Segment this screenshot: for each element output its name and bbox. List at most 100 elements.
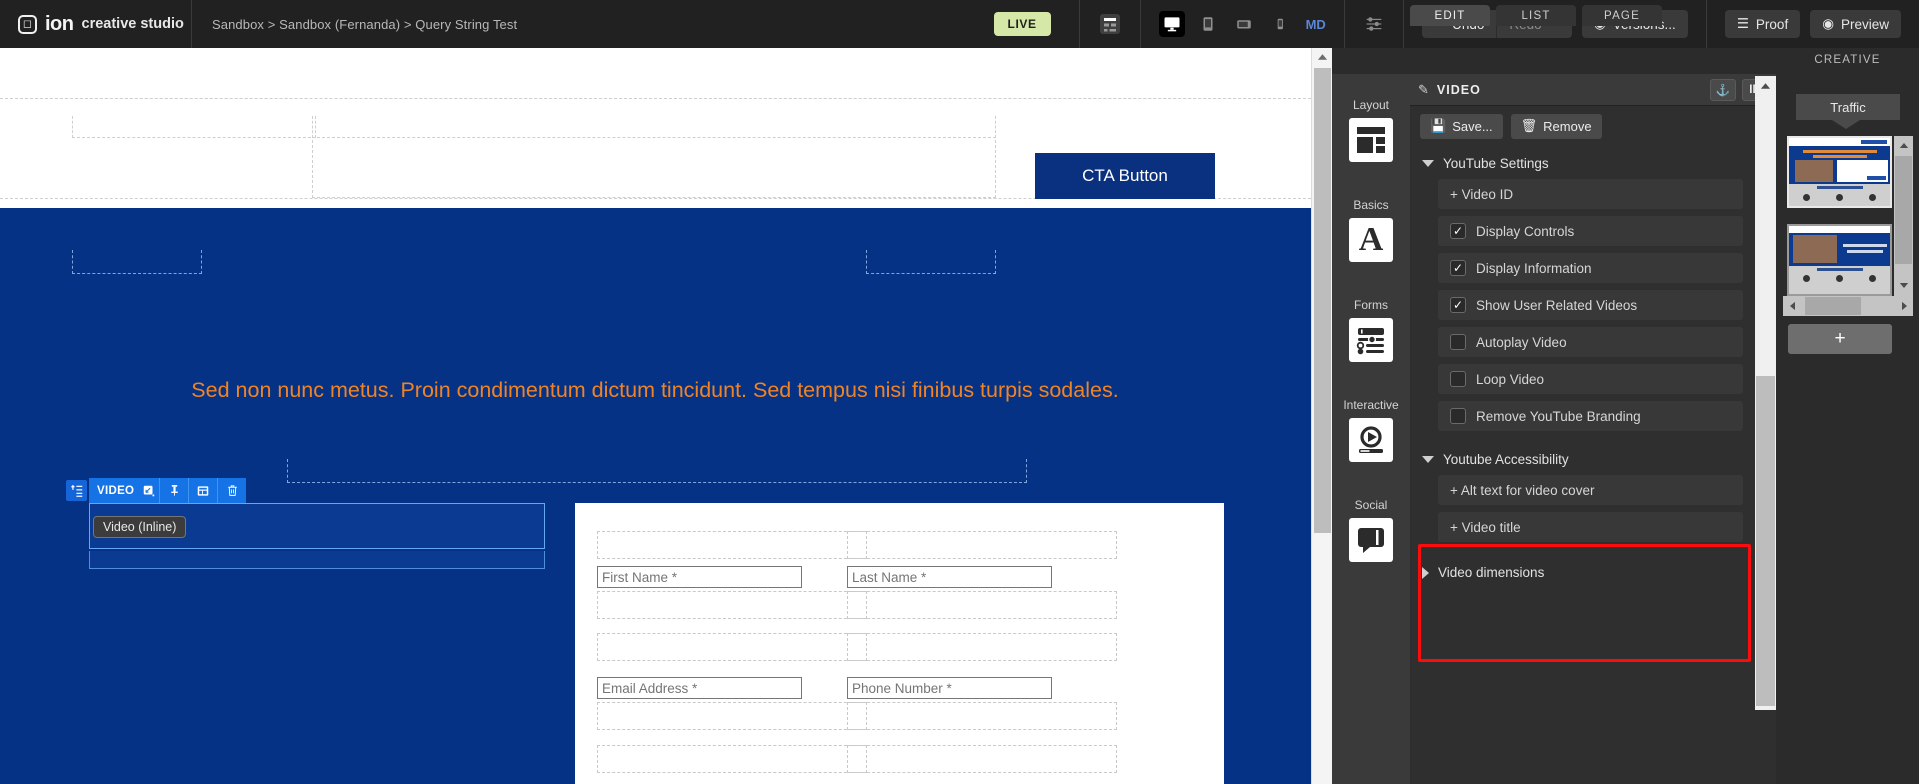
page-thumbnail-1[interactable] bbox=[1787, 136, 1892, 208]
scroll-left-arrow-icon[interactable] bbox=[1783, 296, 1801, 316]
trash-icon[interactable] bbox=[218, 478, 246, 503]
creative-vertical-scrollbar-thumb[interactable] bbox=[1895, 156, 1912, 264]
scroll-up-arrow-icon[interactable] bbox=[1894, 136, 1913, 154]
sliders-settings-icon[interactable] bbox=[1363, 13, 1385, 35]
device-preview-group: MD bbox=[1141, 0, 1344, 48]
display-information-row[interactable]: ✓ Display Information bbox=[1438, 253, 1743, 283]
palette-item-forms[interactable]: Forms bbox=[1332, 298, 1410, 362]
layout-guide bbox=[72, 250, 202, 274]
palette-item-social[interactable]: Social bbox=[1332, 498, 1410, 562]
creative-horizontal-scrollbar-thumb[interactable] bbox=[1805, 297, 1861, 315]
preview-label: Preview bbox=[1840, 16, 1889, 32]
chevron-down-icon bbox=[1422, 160, 1434, 167]
brand-logo[interactable]: ◻ ion creative studio bbox=[0, 0, 192, 48]
form-layout-icon[interactable] bbox=[1098, 12, 1122, 36]
video-play-icon bbox=[1349, 418, 1393, 462]
remove-label: Remove bbox=[1543, 118, 1592, 134]
add-page-button[interactable]: + bbox=[1788, 324, 1892, 354]
move-up-icon[interactable] bbox=[66, 480, 87, 501]
first-name-input[interactable] bbox=[597, 566, 802, 588]
scroll-up-arrow-icon[interactable] bbox=[1755, 76, 1776, 96]
display-controls-row[interactable]: ✓ Display Controls bbox=[1438, 216, 1743, 246]
row-label: + Video title bbox=[1450, 519, 1521, 535]
email-address-input[interactable] bbox=[597, 677, 802, 699]
element-tooltip: Video (Inline) bbox=[93, 516, 187, 538]
layout-guide bbox=[866, 250, 996, 274]
settings-scrollbar-thumb[interactable] bbox=[1756, 376, 1775, 706]
video-element-toolbar[interactable]: VIDEO bbox=[89, 478, 247, 503]
thumb-dot bbox=[1836, 194, 1843, 201]
thumb-image bbox=[1793, 235, 1837, 263]
canvas-scrollbar-thumb[interactable] bbox=[1314, 68, 1331, 533]
thumb-dot bbox=[1803, 194, 1810, 201]
scroll-down-arrow-icon[interactable] bbox=[1894, 276, 1913, 294]
save-button[interactable]: 💾 Save... bbox=[1420, 113, 1503, 139]
tablet-device-icon[interactable] bbox=[1195, 11, 1221, 37]
proof-button[interactable]: ☰ Proof bbox=[1724, 10, 1801, 38]
checkbox-checked-icon[interactable]: ✓ bbox=[1450, 260, 1466, 276]
autoplay-video-row[interactable]: Autoplay Video bbox=[1438, 327, 1743, 357]
remove-youtube-branding-row[interactable]: Remove YouTube Branding bbox=[1438, 401, 1743, 431]
palette-item-basics[interactable]: Basics A bbox=[1332, 198, 1410, 262]
row-label: + Alt text for video cover bbox=[1450, 482, 1595, 498]
mobile-device-icon[interactable] bbox=[1267, 11, 1293, 37]
tab-page[interactable]: PAGE bbox=[1582, 5, 1662, 26]
video-element-selection-footer[interactable] bbox=[89, 551, 545, 569]
resize-handle-icon[interactable] bbox=[139, 478, 159, 503]
palette-label: Interactive bbox=[1343, 398, 1399, 412]
page-thumbnail-2[interactable] bbox=[1787, 224, 1892, 296]
chevron-down-icon bbox=[1422, 456, 1434, 463]
field-guide bbox=[597, 591, 867, 619]
document-icon: ☰ bbox=[1736, 16, 1749, 31]
show-user-related-videos-row[interactable]: ✓ Show User Related Videos bbox=[1438, 290, 1743, 320]
form-card[interactable] bbox=[575, 503, 1224, 784]
last-name-input[interactable] bbox=[847, 566, 1052, 588]
add-video-title-row[interactable]: + Video title bbox=[1438, 512, 1743, 542]
creative-horizontal-scrollbar[interactable] bbox=[1783, 296, 1913, 316]
phone-number-input[interactable] bbox=[847, 677, 1052, 699]
checkbox-unchecked-icon[interactable] bbox=[1450, 408, 1466, 424]
publish-group: ☰ Proof ◉ Preview bbox=[1707, 0, 1919, 48]
creative-vertical-scrollbar[interactable] bbox=[1894, 136, 1913, 296]
brand-name: ion bbox=[45, 12, 74, 35]
palette-item-layout[interactable]: Layout bbox=[1332, 98, 1410, 162]
palette-item-interactive[interactable]: Interactive bbox=[1332, 398, 1410, 462]
layout-guide bbox=[287, 459, 1027, 483]
traffic-tag[interactable]: Traffic bbox=[1796, 94, 1900, 120]
tab-edit[interactable]: EDIT bbox=[1410, 5, 1490, 26]
thumb-dot bbox=[1803, 275, 1810, 282]
letter-a-icon: A bbox=[1349, 218, 1393, 262]
tab-creative[interactable]: CREATIVE bbox=[1776, 54, 1919, 66]
settings-group bbox=[1345, 0, 1403, 48]
breadcrumb[interactable]: Sandbox > Sandbox (Fernanda) > Query Str… bbox=[192, 17, 517, 32]
palette-label: Social bbox=[1354, 498, 1388, 512]
device-size-label: MD bbox=[1305, 16, 1326, 32]
anchor-icon[interactable]: ⚓ bbox=[1710, 78, 1736, 101]
page-canvas[interactable]: CTA Button Sed non nunc metus. Proin con… bbox=[0, 48, 1332, 784]
section-header-youtube-settings[interactable]: YouTube Settings bbox=[1410, 146, 1759, 179]
section-header-youtube-accessibility[interactable]: Youtube Accessibility bbox=[1410, 438, 1759, 475]
canvas-scrollbar[interactable] bbox=[1311, 48, 1332, 784]
scroll-up-arrow-icon[interactable] bbox=[1312, 48, 1333, 66]
save-disk-icon: 💾 bbox=[1430, 118, 1447, 133]
add-alt-text-row[interactable]: + Alt text for video cover bbox=[1438, 475, 1743, 505]
checkbox-unchecked-icon[interactable] bbox=[1450, 334, 1466, 350]
checkbox-unchecked-icon[interactable] bbox=[1450, 371, 1466, 387]
tablet-landscape-device-icon[interactable] bbox=[1231, 11, 1257, 37]
scroll-right-arrow-icon[interactable] bbox=[1895, 296, 1913, 316]
checkbox-checked-icon[interactable]: ✓ bbox=[1450, 297, 1466, 313]
remove-button[interactable]: 🗑 Remove bbox=[1510, 113, 1602, 139]
loop-video-row[interactable]: Loop Video bbox=[1438, 364, 1743, 394]
pin-icon[interactable] bbox=[160, 478, 188, 503]
ion-logo-icon: ◻ bbox=[18, 14, 37, 34]
cta-button[interactable]: CTA Button bbox=[1035, 153, 1215, 199]
checkbox-checked-icon[interactable]: ✓ bbox=[1450, 223, 1466, 239]
settings-scrollbar[interactable] bbox=[1755, 76, 1776, 710]
duplicate-icon[interactable] bbox=[189, 478, 217, 503]
hero-headline: Sed non nunc metus. Proin condimentum di… bbox=[191, 378, 1119, 402]
tab-list[interactable]: LIST bbox=[1496, 5, 1576, 26]
add-video-id-row[interactable]: + Video ID bbox=[1438, 179, 1743, 209]
layout-guide bbox=[72, 116, 316, 138]
desktop-device-icon[interactable] bbox=[1158, 11, 1185, 37]
preview-button[interactable]: ◉ Preview bbox=[1810, 10, 1901, 38]
